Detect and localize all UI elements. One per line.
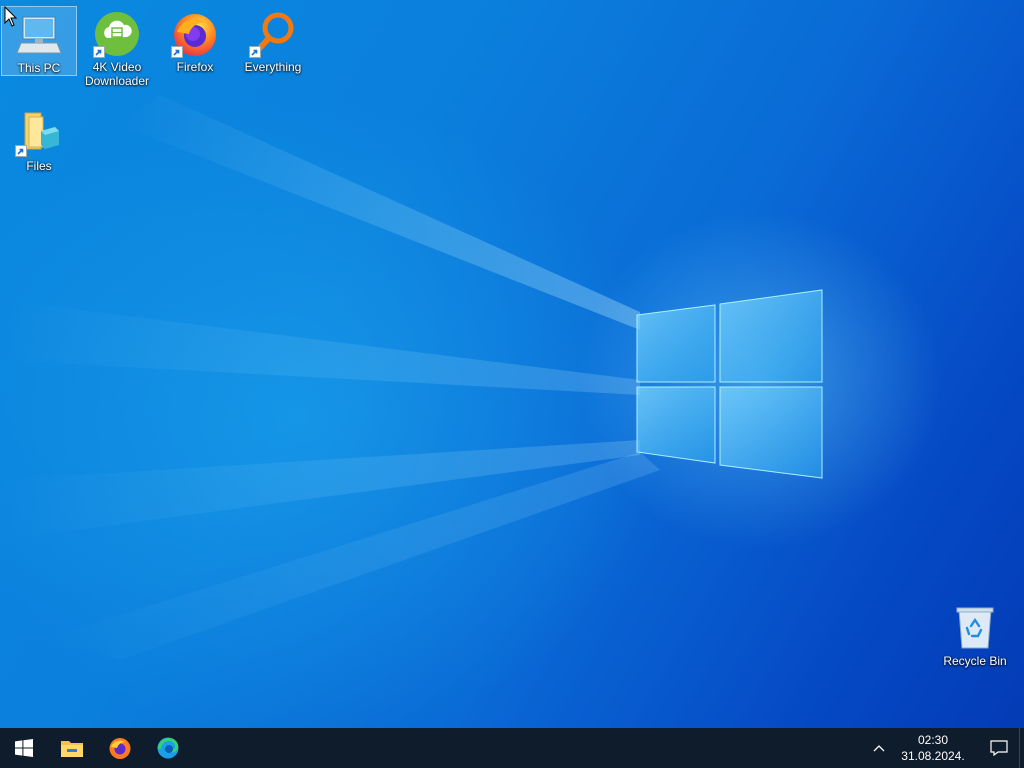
clock-date: 31.08.2024. xyxy=(901,749,965,763)
desktop-icon-label: This PC xyxy=(17,61,61,75)
windows-start-icon xyxy=(15,739,33,757)
firefox-icon xyxy=(109,738,131,759)
show-hidden-icons-button[interactable] xyxy=(865,728,893,768)
everything-search-icon xyxy=(249,10,297,58)
taskbar-edge-button[interactable] xyxy=(144,728,192,768)
shortcut-arrow-icon xyxy=(93,46,105,58)
wallpaper-windows-logo xyxy=(0,95,823,660)
start-button[interactable] xyxy=(0,728,48,768)
desktop-icon-label: Recycle Bin xyxy=(943,654,1007,668)
mouse-cursor-icon xyxy=(4,6,18,27)
desktop-icon-everything[interactable]: Everything xyxy=(235,6,311,74)
files-folder-icon xyxy=(15,109,63,157)
shortcut-arrow-icon xyxy=(15,145,27,157)
recycle-bin-icon xyxy=(951,604,999,652)
desktop-icon-4k-video-downloader[interactable]: 4K Video Downloader xyxy=(79,6,155,88)
4k-video-downloader-icon xyxy=(93,10,141,58)
taskbar-file-explorer-button[interactable] xyxy=(48,728,96,768)
shortcut-arrow-icon xyxy=(249,46,261,58)
taskbar-clock[interactable]: 02:30 31.08.2024. xyxy=(893,732,973,764)
taskbar-firefox-button[interactable] xyxy=(96,728,144,768)
this-pc-icon xyxy=(15,11,63,59)
system-tray: 02:30 31.08.2024. xyxy=(865,728,1024,768)
file-explorer-icon xyxy=(61,741,83,757)
desktop-icon-label: Files xyxy=(26,159,52,173)
desktop-icon-recycle-bin[interactable]: Recycle Bin xyxy=(937,600,1013,668)
taskbar: 02:30 31.08.2024. xyxy=(0,728,1024,768)
desktop-icon-label: Everything xyxy=(244,60,302,74)
chevron-up-icon xyxy=(873,745,885,752)
notifications-icon xyxy=(990,740,1008,756)
action-center-button[interactable] xyxy=(979,728,1019,768)
firefox-icon xyxy=(171,10,219,58)
shortcut-arrow-icon xyxy=(171,46,183,58)
desktop[interactable]: This PC 4K Video Downloader Firefox Ever… xyxy=(0,0,1024,728)
clock-time: 02:30 xyxy=(917,733,949,747)
edge-icon xyxy=(157,737,179,759)
desktop-icon-files[interactable]: Files xyxy=(1,105,77,173)
show-desktop-button[interactable] xyxy=(1019,728,1024,768)
desktop-icon-label: Firefox xyxy=(176,60,214,74)
desktop-icon-label: 4K Video Downloader xyxy=(84,60,150,88)
desktop-icon-firefox[interactable]: Firefox xyxy=(157,6,233,74)
